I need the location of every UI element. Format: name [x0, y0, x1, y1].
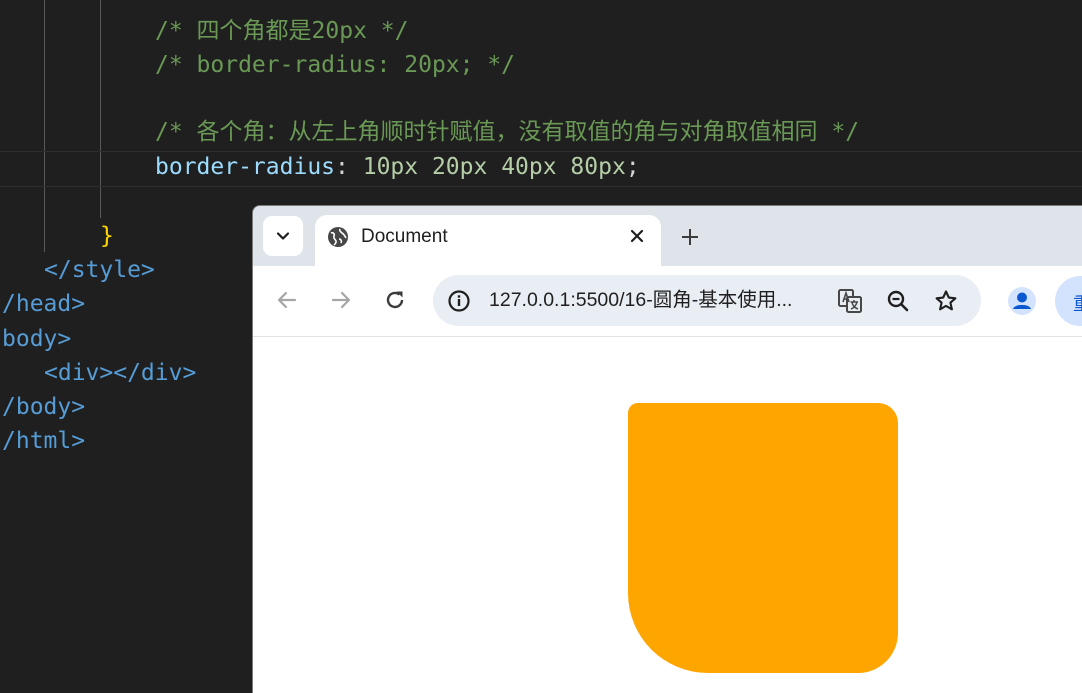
bookmark-button[interactable] — [932, 287, 960, 315]
sync-chip-label: 重 — [1073, 290, 1082, 316]
tab-title: Document — [361, 226, 448, 247]
css-values: 10px 20px 40px 80px — [348, 154, 626, 180]
zoom-out-icon — [887, 290, 909, 312]
translate-icon — [838, 289, 862, 313]
tab-search-button[interactable] — [263, 216, 303, 256]
code-body-open-tag: body> — [2, 326, 72, 352]
tab-document[interactable]: Document — [315, 215, 661, 266]
code-head-close-tag: /head> — [2, 291, 86, 317]
zoom-button[interactable] — [884, 287, 912, 315]
rounded-box — [628, 403, 898, 673]
arrow-right-icon — [331, 291, 351, 309]
code-comment-line: /* 四个角都是20px */ — [155, 18, 409, 44]
new-tab-button[interactable] — [677, 224, 703, 250]
site-info-button[interactable] — [445, 287, 473, 315]
code-html-close-tag: /html> — [2, 428, 86, 454]
back-button[interactable] — [273, 286, 301, 314]
info-icon — [448, 290, 470, 312]
forward-button[interactable] — [327, 286, 355, 314]
url-text: 127.0.0.1:5500/16-圆角-基本使用... — [489, 289, 793, 311]
reload-icon — [386, 291, 404, 309]
code-comment-line: /* 各个角：从左上角顺时针赋值，没有取值的角与对角取值相同 */ — [155, 119, 860, 145]
css-colon: : — [335, 154, 349, 180]
tab-close-button[interactable] — [625, 224, 649, 248]
browser-window: Document 127.0.0.1:5500/16-圆角-基本使用... — [252, 205, 1082, 693]
code-div-element: <div></div> — [44, 360, 197, 386]
close-icon — [630, 229, 644, 243]
arrow-left-icon — [277, 291, 297, 309]
page-viewport — [253, 337, 1082, 693]
chevron-down-icon — [276, 232, 290, 240]
css-semicolon: ; — [625, 154, 640, 180]
sync-chip-button[interactable]: 重 — [1055, 276, 1082, 326]
globe-icon — [328, 227, 348, 247]
code-body-close-tag: /body> — [2, 394, 86, 420]
tab-strip: Document — [253, 206, 1082, 266]
avatar-icon — [1008, 287, 1036, 315]
reload-button[interactable] — [381, 286, 409, 314]
code-declaration-line: border-radius: 10px 20px 40px 80px; — [155, 152, 640, 182]
code-style-close-tag: </style> — [44, 257, 155, 283]
translate-button[interactable] — [836, 287, 864, 315]
css-property: border-radius — [155, 154, 336, 180]
indent-guide — [44, 0, 45, 252]
star-icon — [935, 290, 957, 311]
profile-button[interactable] — [1007, 286, 1037, 316]
code-comment-line: /* border-radius: 20px; */ — [155, 52, 516, 78]
address-bar[interactable]: 127.0.0.1:5500/16-圆角-基本使用... — [433, 275, 981, 326]
browser-toolbar: 127.0.0.1:5500/16-圆角-基本使用... 重 — [253, 266, 1082, 337]
closing-brace: } — [100, 223, 114, 249]
plus-icon — [682, 229, 698, 245]
